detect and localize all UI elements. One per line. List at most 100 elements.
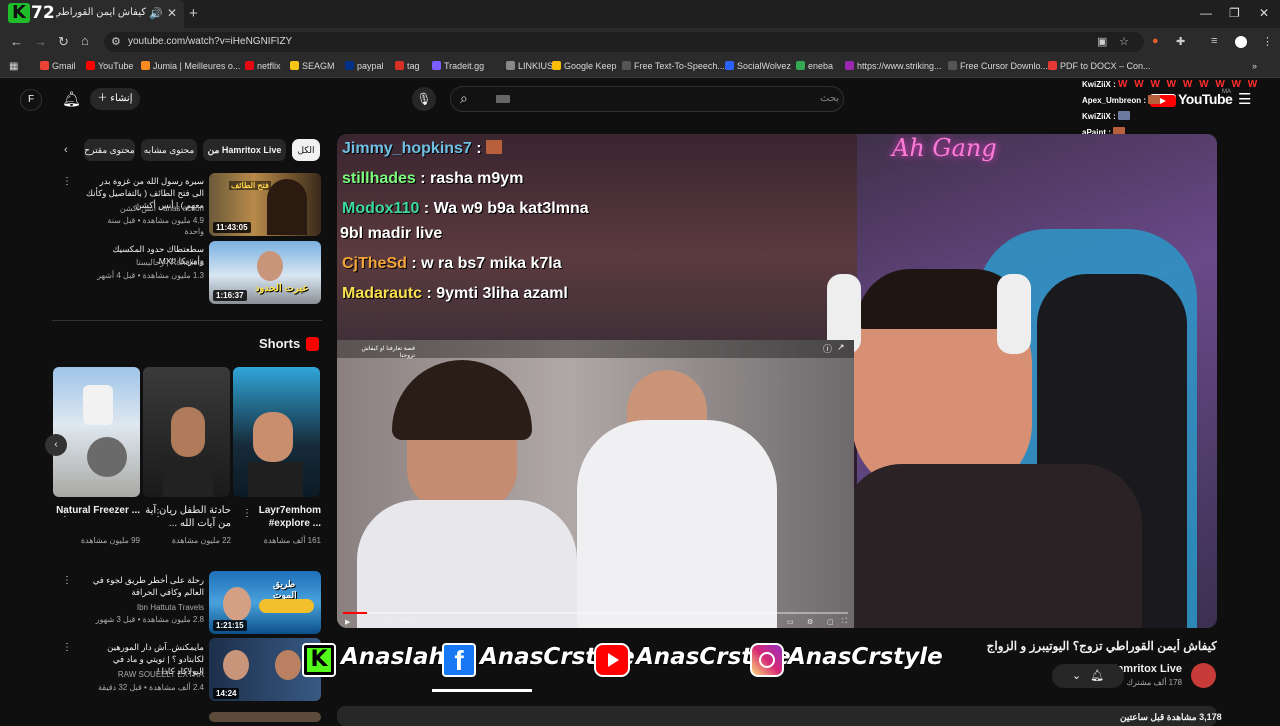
bookmark-item[interactable]: Free Cursor Downlo...	[948, 61, 1048, 71]
hamburger-menu-icon[interactable]: ☰	[1238, 90, 1251, 108]
speaker-icon[interactable]: 🔊	[149, 7, 163, 20]
bookmark-label: YouTube	[98, 61, 134, 71]
bookmark-item[interactable]: paypal	[345, 61, 384, 71]
embedded-video[interactable]: قصة تعارفنا او كيفاش تزوجنا ⓘ ↗ ▶ ⏭ 1:43…	[337, 340, 854, 628]
short-thumbnail[interactable]	[53, 367, 140, 497]
more-options-icon[interactable]: ⋮	[242, 508, 252, 519]
back-button[interactable]: ←	[10, 34, 23, 49]
bookmark-item[interactable]: YouTube	[86, 61, 133, 71]
captions-icon[interactable]: ▭	[787, 618, 794, 626]
tab-badge-number: 72	[31, 3, 55, 23]
next-icon[interactable]: ⏭	[357, 618, 363, 626]
description-box[interactable]	[337, 706, 1217, 726]
bookmark-item[interactable]: Google Keep	[552, 61, 617, 71]
bookmark-item[interactable]: Gmail	[40, 61, 76, 71]
extension-record-icon[interactable]: ●	[1152, 35, 1159, 47]
short-views: 161 ألف مشاهدة	[263, 536, 321, 545]
site-info-icon[interactable]: ⚙	[111, 35, 121, 48]
video-player[interactable]: Ah Gang Jimmy_hopkins7 : stillhades : ra…	[337, 134, 1217, 628]
bookmark-item[interactable]: Jumia | Meilleures o...	[141, 61, 240, 71]
chip-related[interactable]: محتوى مشابه	[141, 139, 197, 161]
more-options-icon[interactable]: ⋮	[62, 176, 72, 187]
chips-prev-icon[interactable]: ‹	[64, 144, 68, 156]
bookmark-item[interactable]: Tradeit.gg	[432, 61, 484, 71]
bookmark-label: https://www.striking...	[857, 61, 942, 71]
channel-name[interactable]: Ibn Hattuta Travels	[86, 602, 204, 613]
profile-avatar[interactable]	[1235, 36, 1247, 48]
thumbnail-figure	[83, 385, 113, 425]
bookmark-favicon-icon	[622, 61, 631, 70]
channel-avatar[interactable]	[1191, 663, 1216, 688]
shorts-prev-icon[interactable]: ‹	[45, 434, 67, 456]
tab-close-icon[interactable]: ✕	[167, 6, 177, 20]
chat-user: Modox110	[342, 200, 420, 217]
more-options-icon[interactable]: ⋮	[153, 508, 163, 519]
bookmark-item[interactable]: https://www.striking...	[845, 61, 942, 71]
channel-name[interactable]: anas action - أنس أكشن	[86, 203, 204, 214]
video-meta: 1.3 مليون مشاهدة • قبل 4 أشهر	[97, 271, 204, 280]
bookmark-favicon-icon	[948, 61, 957, 70]
forward-button[interactable]: →	[34, 34, 47, 49]
bookmark-item[interactable]: PDF to DOCX – Con...	[1048, 61, 1151, 71]
settings-icon[interactable]: ⚙	[807, 618, 813, 626]
bookmark-favicon-icon	[345, 61, 354, 70]
miniplayer-icon[interactable]: ▢	[827, 618, 834, 626]
thumbnail-object	[259, 599, 314, 613]
bookmark-label: paypal	[357, 61, 384, 71]
restore-button[interactable]: ❐	[1229, 6, 1240, 20]
bookmark-item[interactable]: eneba	[796, 61, 833, 71]
short-thumbnail[interactable]	[143, 367, 230, 497]
new-tab-button[interactable]: +	[189, 5, 198, 22]
bookmark-star-icon[interactable]: ☆	[1119, 35, 1129, 48]
install-app-icon[interactable]: ▣	[1097, 35, 1107, 48]
bookmark-item[interactable]: SocialWolvez	[725, 61, 791, 71]
extensions-icon[interactable]: ✚	[1176, 35, 1185, 48]
subscribed-button[interactable]: ⌄ 🔔︎	[1052, 664, 1124, 688]
notifications-bell-icon[interactable]: 🔔︎	[62, 90, 81, 108]
woman-sweater	[357, 500, 577, 628]
video-duration: 1:21:15	[213, 620, 247, 631]
url-text[interactable]: youtube.com/watch?v=iHeNGNIFIZY	[128, 36, 292, 47]
keyboard-icon[interactable]	[496, 95, 510, 103]
overlay-chat-line: KwiZiiX :	[1082, 111, 1131, 121]
embedded-progress-track[interactable]	[343, 612, 848, 614]
chevron-down-icon: ⌄	[1071, 670, 1082, 682]
bookmark-item[interactable]: LINKIUST	[506, 61, 559, 71]
search-icon[interactable]: ⌕	[460, 90, 468, 107]
bookmark-item[interactable]: Free Text-To-Speech...	[622, 61, 725, 71]
share-icon[interactable]: ↗	[837, 342, 845, 353]
chip-recommended[interactable]: محتوى مقترح	[84, 139, 135, 161]
browser-menu-icon[interactable]: ⋮	[1262, 35, 1273, 48]
chip-all[interactable]: الكل	[292, 139, 320, 161]
bookmark-favicon-icon	[86, 61, 95, 70]
home-button[interactable]: ⌂	[81, 33, 89, 48]
thumbnail-figure	[257, 251, 283, 281]
reading-list-icon[interactable]: ≡	[1211, 35, 1217, 47]
video-title[interactable]: رحلة على أخطر طريق لجوء في العالم وكافي …	[86, 574, 204, 598]
info-icon[interactable]: ⓘ	[823, 342, 832, 355]
play-icon[interactable]: ▶	[345, 618, 350, 626]
reload-button[interactable]: ↻	[58, 34, 69, 50]
stream-chat-line: 9bl madir live	[340, 225, 442, 243]
chip-from-channel[interactable]: من Hamritox Live	[203, 139, 286, 161]
fullscreen-icon[interactable]: ⛶	[842, 618, 847, 626]
bookmarks-overflow-icon[interactable]: »	[1252, 61, 1257, 71]
more-options-icon[interactable]: ⋮	[60, 508, 70, 519]
apps-grid-icon[interactable]: ▦	[9, 61, 18, 72]
bookmark-label: SEAGM	[302, 61, 335, 71]
channel-name[interactable]: Rahalista | رحاليستا	[86, 257, 204, 268]
create-button[interactable]: ＋ إنشاء	[90, 88, 140, 110]
more-options-icon[interactable]: ⋮	[62, 575, 72, 586]
bookmark-item[interactable]: netflix	[245, 61, 281, 71]
channel-name[interactable]: RAW SOUEELT EXTRA	[86, 669, 204, 680]
video-thumbnail[interactable]	[209, 712, 321, 722]
more-options-icon[interactable]: ⋮	[62, 642, 72, 653]
window-close-button[interactable]: ✕	[1259, 6, 1269, 20]
bookmark-item[interactable]: SEAGM	[290, 61, 335, 71]
short-thumbnail[interactable]	[233, 367, 320, 497]
bookmark-item[interactable]: tag	[395, 61, 420, 71]
account-avatar[interactable]: F	[20, 89, 42, 111]
voice-search-icon[interactable]: 🎙︎	[412, 87, 436, 111]
minimize-button[interactable]: —	[1200, 6, 1212, 20]
browser-tab[interactable]: K 72 كيفاش أيمن القوراطي تزوج؟ 🔊 ✕	[0, 0, 184, 28]
